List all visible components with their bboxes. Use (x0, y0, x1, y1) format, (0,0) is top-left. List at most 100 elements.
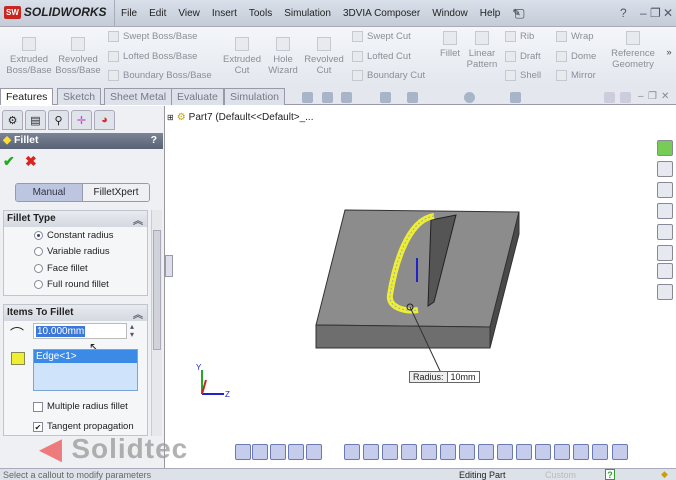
selected-edge-item[interactable]: Edge<1> (34, 350, 137, 363)
custom-properties-icon[interactable] (657, 263, 673, 279)
panel-scrollbar[interactable] (151, 210, 162, 436)
swept-boss-button[interactable]: Swept Boss/Base (108, 31, 197, 42)
filter-datum-icon[interactable] (459, 444, 475, 460)
filter-points-icon[interactable] (270, 444, 286, 460)
multiple-radius-checkbox[interactable]: Multiple radius fillet (33, 401, 128, 412)
hole-wizard-button[interactable]: Hole Wizard (264, 37, 302, 76)
radio-constant-radius[interactable]: Constant radius (4, 227, 147, 244)
task-pane-icon[interactable] (657, 284, 673, 300)
filter-center-mass-icon[interactable] (573, 444, 589, 460)
tile-icon[interactable] (604, 92, 615, 103)
filter-surface-icon[interactable] (344, 444, 360, 460)
new-document-icon[interactable]: ▢ (514, 6, 525, 20)
filletxpert-tab[interactable]: FilletXpert (82, 184, 149, 201)
reference-geometry-button[interactable]: Reference Geometry (608, 31, 658, 70)
expand-icon[interactable]: ⊞ (167, 113, 174, 122)
tab-sheet-metal[interactable]: Sheet Metal (104, 88, 173, 105)
restore-icon[interactable]: ❐ (650, 6, 661, 20)
file-explorer-icon[interactable] (657, 182, 673, 198)
doc-restore-icon[interactable]: ❐ (648, 91, 657, 102)
close-icon[interactable]: ✕ (663, 6, 673, 20)
boundary-boss-button[interactable]: Boundary Boss/Base (108, 70, 212, 81)
filter-surface-finish-icon[interactable] (497, 444, 513, 460)
menu-file[interactable]: File (121, 8, 137, 19)
revolved-boss-button[interactable]: Revolved Boss/Base (54, 37, 102, 76)
tab-simulation[interactable]: Simulation (224, 88, 286, 105)
wrap-button[interactable]: Wrap (556, 31, 594, 42)
property-manager-tab-icon[interactable]: ▤ (25, 110, 46, 130)
menu-insert[interactable]: Insert (212, 8, 237, 19)
graphics-area[interactable]: Y Z (166, 130, 656, 450)
tangent-propagation-checkbox[interactable]: ✔ Tangent propagation (33, 421, 134, 432)
appearances-icon[interactable] (657, 245, 673, 261)
doc-close-icon[interactable]: ✕ (661, 91, 669, 102)
design-library-icon[interactable] (657, 161, 673, 177)
dome-button[interactable]: Dome (556, 51, 596, 62)
view-palette-icon[interactable] (657, 224, 673, 240)
filter-connection-point-icon[interactable] (592, 444, 608, 460)
filter-gtol-icon[interactable] (516, 444, 532, 460)
filter-vertices-icon[interactable] (252, 444, 268, 460)
collapse-icon[interactable]: ︽ (133, 212, 143, 227)
tile2-icon[interactable] (620, 92, 631, 103)
ok-check-icon[interactable]: ✔ (3, 153, 15, 170)
filter-planes-icon[interactable] (363, 444, 379, 460)
view-orientation-icon[interactable] (380, 92, 391, 103)
menu-3dvia[interactable]: 3DVIA Composer (343, 8, 420, 19)
shell-button[interactable]: Shell (505, 70, 541, 81)
display-manager-tab-icon[interactable]: ◕ (94, 110, 115, 130)
display-style-icon[interactable] (407, 92, 418, 103)
lofted-cut-button[interactable]: Lofted Cut (352, 51, 411, 62)
previous-view-icon[interactable] (341, 92, 352, 103)
radio-variable-radius[interactable]: Variable radius (4, 244, 147, 261)
extruded-cut-button[interactable]: Extruded Cut (220, 37, 264, 76)
extruded-boss-button[interactable]: Extruded Boss/Base (6, 37, 52, 76)
dimxpert-tab-icon[interactable]: ✛ (71, 110, 92, 130)
minimize-icon[interactable]: – (640, 6, 647, 20)
revolved-cut-button[interactable]: Revolved Cut (302, 37, 346, 76)
filter-edges-icon[interactable] (306, 444, 322, 460)
filter-blocks-icon[interactable] (554, 444, 570, 460)
filter-sketch-icon[interactable] (288, 444, 304, 460)
filter-icon[interactable] (235, 444, 251, 460)
fillet-button[interactable]: Fillet (436, 31, 464, 59)
cancel-x-icon[interactable]: ✖ (25, 153, 37, 170)
configuration-tab-icon[interactable]: ⚲ (48, 110, 69, 130)
search-icon[interactable] (657, 203, 673, 219)
collapse-icon[interactable]: ︽ (133, 306, 143, 321)
menu-simulation[interactable]: Simulation (284, 8, 331, 19)
manual-tab[interactable]: Manual (16, 184, 82, 201)
feature-tree-tab-icon[interactable]: ⚙ (2, 110, 23, 130)
selection-list[interactable]: Edge<1> (33, 349, 138, 391)
help-icon[interactable]: ? (620, 6, 627, 20)
view-settings-icon[interactable] (510, 92, 521, 103)
radius-spinner[interactable]: ▴ ▾ (130, 323, 134, 339)
filter-balloons-icon[interactable] (440, 444, 456, 460)
filter-dimensions-icon[interactable] (401, 444, 417, 460)
menu-window[interactable]: Window (432, 8, 468, 19)
filter-cosmetic-thread-icon[interactable] (535, 444, 551, 460)
radio-full-round-fillet[interactable]: Full round fillet (4, 277, 147, 294)
help-button[interactable]: ? (151, 134, 157, 146)
swept-cut-button[interactable]: Swept Cut (352, 31, 411, 42)
status-help-icon[interactable]: ? (605, 469, 615, 480)
linear-pattern-button[interactable]: Linear Pattern (464, 31, 500, 70)
zoom-area-icon[interactable] (322, 92, 333, 103)
doc-minimize-icon[interactable]: – (638, 91, 644, 102)
feature-tree-flyout[interactable]: ⊞ ⚙ Part7 (Default<<Default>_... (167, 112, 313, 123)
filter-weld-icon[interactable] (478, 444, 494, 460)
rib-button[interactable]: Rib (505, 31, 534, 42)
mirror-button[interactable]: Mirror (556, 70, 596, 81)
more-commands-button[interactable]: » (663, 47, 675, 58)
filter-axes-icon[interactable] (382, 444, 398, 460)
menu-edit[interactable]: Edit (149, 8, 166, 19)
boundary-cut-button[interactable]: Boundary Cut (352, 70, 425, 81)
tab-sketch[interactable]: Sketch (57, 88, 102, 105)
lofted-boss-button[interactable]: Lofted Boss/Base (108, 51, 197, 62)
radius-input[interactable]: 10.000mm (33, 323, 127, 339)
draft-button[interactable]: Draft (505, 51, 541, 62)
menu-view[interactable]: View (178, 8, 200, 19)
units-dropdown[interactable]: Custom (545, 470, 576, 480)
tab-evaluate[interactable]: Evaluate (171, 88, 224, 105)
menu-help[interactable]: Help (480, 8, 501, 19)
